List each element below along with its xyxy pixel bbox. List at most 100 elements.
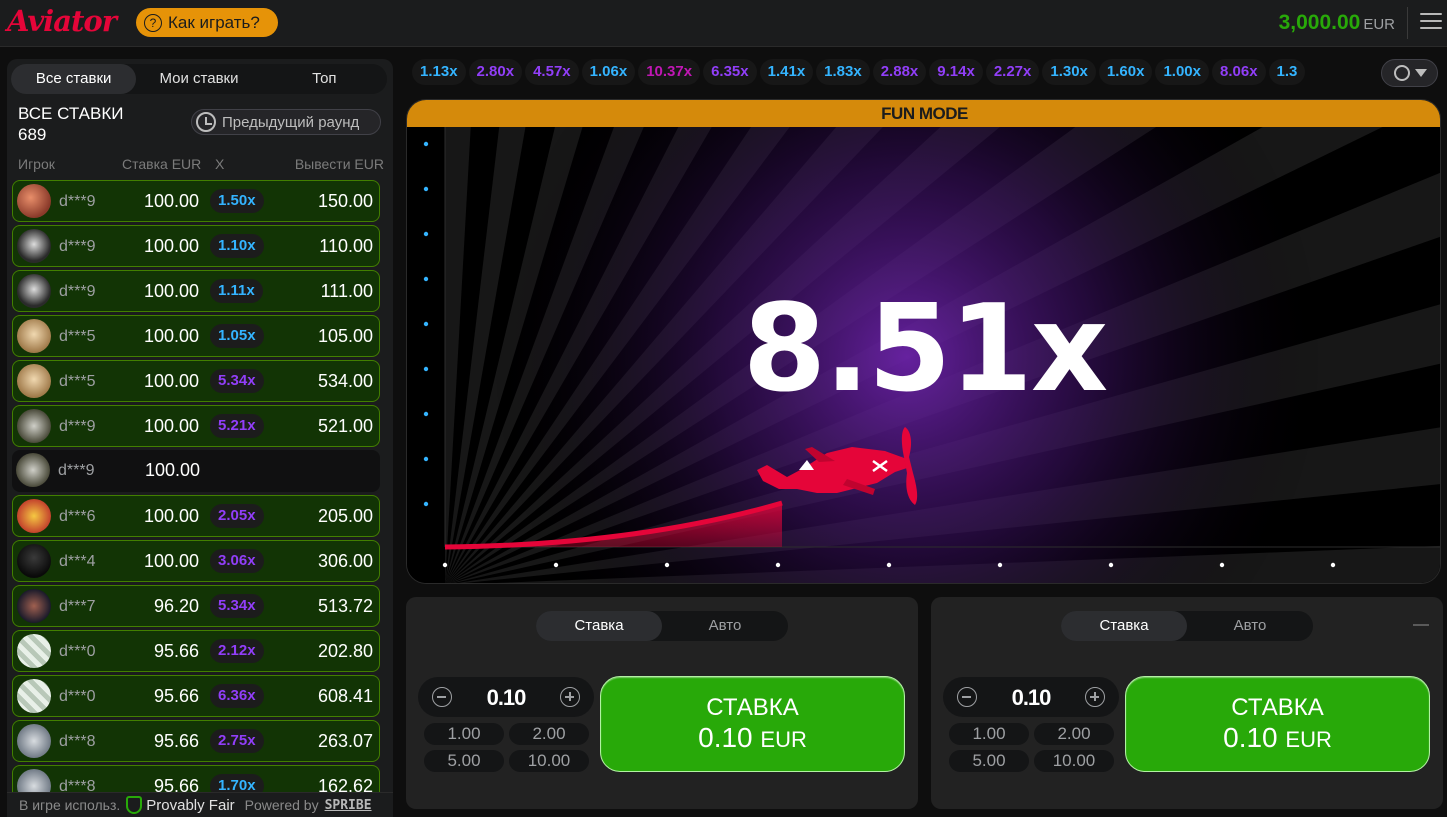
cashout-amount: 534.00	[317, 371, 373, 391]
increase-bet-button[interactable]	[560, 687, 580, 707]
cashout-multiplier: 1.05x	[210, 324, 264, 348]
cashout-amount: 513.72	[317, 596, 373, 616]
player-name: d***9	[59, 283, 96, 300]
bet-amount-input[interactable]	[458, 685, 554, 711]
bet-row: d***9 100.00	[12, 450, 380, 492]
avatar	[17, 544, 51, 578]
quick-bet-2[interactable]: 2.00	[509, 723, 589, 745]
decrease-bet-button[interactable]	[432, 687, 452, 707]
cashout-amount: 150.00	[317, 191, 373, 211]
bet-amount: 100.00	[143, 506, 199, 526]
powered-by: Powered by	[244, 797, 319, 813]
avatar	[16, 453, 50, 487]
place-bet-button[interactable]: СТАВКА 0.10 EUR	[1125, 676, 1430, 772]
bet-row: d***6 100.00 2.05x 205.00	[12, 495, 380, 537]
place-bet-label: СТАВКА	[706, 694, 799, 721]
quick-bet-5[interactable]: 5.00	[424, 750, 504, 772]
history-multiplier[interactable]: 4.57x	[525, 59, 579, 85]
cashout-amount: 263.07	[317, 731, 373, 751]
remove-panel-button[interactable]	[1411, 615, 1431, 635]
increase-bet-button[interactable]	[1085, 687, 1105, 707]
place-bet-amount: 0.10	[1223, 722, 1278, 753]
avatar	[17, 589, 51, 623]
history-toggle-button[interactable]	[1381, 59, 1438, 87]
history-multiplier[interactable]: 6.35x	[703, 59, 757, 85]
bet-amount-stepper	[418, 677, 594, 717]
avatar	[17, 724, 51, 758]
spribe-logo[interactable]: SPRIBE	[325, 798, 372, 813]
tab-bet[interactable]: Ставка	[536, 611, 662, 641]
tab-all-bets[interactable]: Все ставки	[11, 64, 137, 94]
history-multiplier[interactable]: 9.14x	[929, 59, 983, 85]
history-multiplier[interactable]: 1.83x	[816, 59, 870, 85]
history-multiplier[interactable]: 2.27x	[985, 59, 1040, 85]
avatar	[17, 319, 51, 353]
history-multiplier[interactable]: 1.06x	[581, 59, 636, 85]
cashout-amount: 105.00	[317, 326, 373, 346]
history-multiplier[interactable]: 1.13x	[412, 59, 466, 85]
cashout-multiplier: 1.10x	[210, 234, 264, 258]
avatar	[17, 184, 51, 218]
bet-row: d***5 100.00 1.05x 105.00	[12, 315, 380, 357]
bet-amount: 100.00	[143, 191, 199, 211]
history-multiplier[interactable]: 1.00x	[1155, 59, 1209, 85]
decrease-bet-button[interactable]	[957, 687, 977, 707]
history-multiplier[interactable]: 2.88x	[872, 59, 927, 85]
provably-fair-link[interactable]: Provably Fair	[126, 796, 235, 814]
history-multiplier[interactable]: 10.37x	[638, 59, 701, 85]
place-bet-button[interactable]: СТАВКА 0.10 EUR	[600, 676, 905, 772]
tab-bet[interactable]: Ставка	[1061, 611, 1187, 641]
cashout-amount: 111.00	[320, 281, 373, 301]
cashout-amount: 110.00	[319, 236, 373, 256]
shield-icon	[126, 796, 143, 814]
avatar	[17, 409, 51, 443]
player-name: d***9	[59, 418, 96, 435]
bet-amount: 95.66	[153, 641, 199, 661]
multiplier-history: 1.13x 2.80x 4.57x 1.06x 10.37x 6.35x 1.41x 1.83…	[412, 59, 1372, 87]
bet-row: d***7 96.20 5.34x 513.72	[12, 585, 380, 627]
bets-tabs: Все ставки Мои ставки Топ	[11, 64, 387, 94]
place-bet-amount: 0.10	[698, 722, 753, 753]
tab-auto[interactable]: Авто	[1187, 611, 1313, 641]
avatar	[17, 229, 51, 263]
previous-round-button[interactable]: Предыдущий раунд	[191, 109, 381, 135]
how-to-play-button[interactable]: ? Как играть?	[136, 8, 278, 37]
history-multiplier[interactable]: 1.3	[1268, 59, 1306, 85]
bet-mode-tabs: Ставка Авто	[1061, 611, 1313, 641]
bet-row: d***9 100.00 1.50x 150.00	[12, 180, 380, 222]
history-multiplier[interactable]: 1.60x	[1098, 59, 1153, 85]
bet-row: d***5 100.00 5.34x 534.00	[12, 360, 380, 402]
bet-row: d***4 100.00 3.06x 306.00	[12, 540, 380, 582]
player-name: d***6	[59, 508, 96, 525]
bet-amount-input[interactable]	[983, 685, 1079, 711]
bet-amount: 95.66	[153, 731, 199, 751]
avatar	[17, 634, 51, 668]
bet-amount: 96.20	[153, 596, 199, 616]
place-bet-currency: EUR	[1285, 727, 1332, 752]
quick-bet-1[interactable]: 1.00	[949, 723, 1029, 745]
player-name: d***7	[59, 598, 96, 615]
history-multiplier[interactable]: 1.30x	[1042, 59, 1096, 85]
bets-panel: Все ставки Мои ставки Топ ВСЕ СТАВКИ 689…	[7, 59, 393, 817]
history-multiplier[interactable]: 1.41x	[759, 59, 814, 85]
player-name: d***9	[59, 238, 96, 255]
quick-bet-1[interactable]: 1.00	[424, 723, 504, 745]
chevron-down-icon	[1415, 69, 1427, 77]
bet-amount: 100.00	[143, 551, 199, 571]
quick-bet-10[interactable]: 10.00	[509, 750, 589, 772]
history-multiplier[interactable]: 8.06x	[1212, 59, 1266, 85]
quick-bet-2[interactable]: 2.00	[1034, 723, 1114, 745]
tab-my-bets[interactable]: Мои ставки	[136, 64, 261, 94]
cashout-amount: 205.00	[317, 506, 373, 526]
bet-mode-tabs: Ставка Авто	[536, 611, 788, 641]
history-multiplier[interactable]: 2.80x	[468, 59, 523, 85]
tab-top[interactable]: Топ	[262, 64, 387, 94]
history-icon	[196, 112, 216, 132]
tab-auto[interactable]: Авто	[662, 611, 788, 641]
menu-icon[interactable]	[1420, 13, 1442, 31]
bet-amount-stepper	[943, 677, 1119, 717]
quick-bet-5[interactable]: 5.00	[949, 750, 1029, 772]
column-x: X	[215, 156, 225, 172]
quick-bet-10[interactable]: 10.00	[1034, 750, 1114, 772]
bet-amount: 95.66	[153, 686, 199, 706]
